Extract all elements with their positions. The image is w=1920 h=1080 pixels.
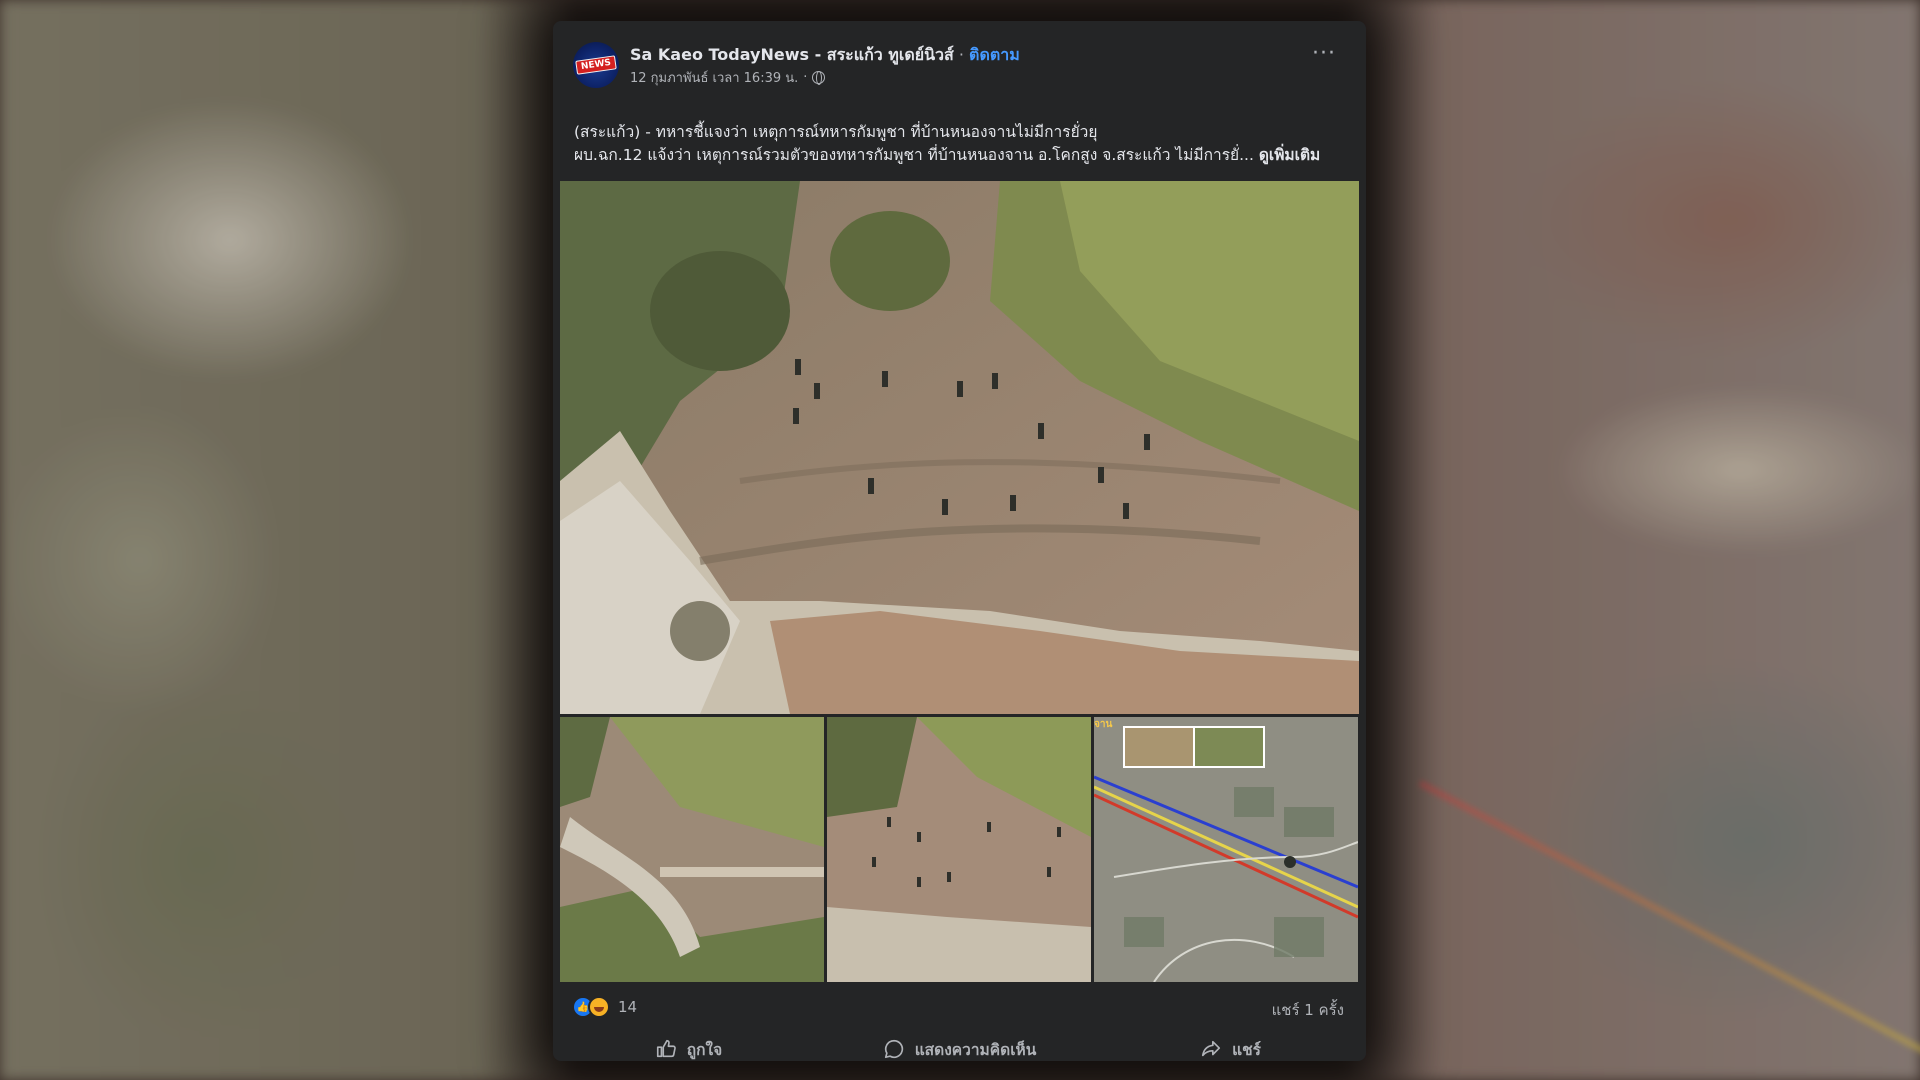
post-header: NEWS Sa Kaeo TodayNews - สระแก้ว ทูเดย์น…: [553, 21, 1366, 88]
thumbnail-photo-2[interactable]: [827, 717, 1091, 982]
reaction-count: 14: [618, 998, 638, 1016]
page-name-link[interactable]: Sa Kaeo TodayNews - สระแก้ว ทูเดย์นิวส์: [630, 45, 954, 64]
post-action-bar: ถูกใจ แสดงความคิดเห็น แชร์: [553, 1029, 1366, 1061]
post-text-line-1: (สระแก้ว) - ทหารชี้แจงว่า เหตุการณ์ทหารก…: [574, 123, 1098, 141]
follow-button[interactable]: ติดตาม: [969, 45, 1020, 64]
thumbs-up-icon: [656, 1039, 676, 1058]
name-separator: ·: [953, 45, 970, 64]
facebook-post-card: NEWS Sa Kaeo TodayNews - สระแก้ว ทูเดย์น…: [553, 21, 1366, 1061]
meta-separator: ·: [803, 70, 808, 85]
avatar-news-badge: NEWS: [575, 55, 617, 75]
thumbnail-map-drawing: [1094, 717, 1358, 982]
comment-icon: [884, 1039, 903, 1059]
thumbnail-map[interactable]: จาน: [1094, 717, 1358, 982]
see-more-link[interactable]: ดูเพิ่มเติม: [1259, 146, 1320, 164]
reaction-summary[interactable]: 👍 14: [572, 996, 637, 1018]
post-text-line-2: ผบ.ฉก.12 แจ้งว่า เหตุการณ์รวมตัวของทหารก…: [574, 144, 1344, 167]
post-text-line-2-body: ผบ.ฉก.12 แจ้งว่า เหตุการณ์รวมตัวของทหารก…: [574, 146, 1254, 164]
globe-icon: [812, 71, 826, 85]
page-name-line: Sa Kaeo TodayNews - สระแก้ว ทูเดย์นิวส์ …: [630, 43, 1020, 68]
more-options-icon[interactable]: ···: [1312, 43, 1336, 65]
thumbnail-1-drawing: [560, 717, 824, 982]
thumbnail-2-drawing: [827, 717, 1091, 982]
share-arrow-icon: [1202, 1040, 1221, 1057]
like-label: ถูกใจ: [686, 1040, 723, 1059]
main-aerial-photo[interactable]: [560, 181, 1359, 714]
comment-label: แสดงความคิดเห็น: [914, 1040, 1037, 1059]
post-meta: 12 กุมภาพันธ์ เวลา 16:39 น. ·: [630, 67, 826, 88]
thumbnail-photo-1[interactable]: [560, 717, 824, 982]
share-label: แชร์: [1232, 1040, 1261, 1059]
comment-button[interactable]: แสดงความคิดเห็น: [824, 1029, 1095, 1061]
share-count[interactable]: แชร์ 1 ครั้ง: [1272, 998, 1344, 1022]
share-button[interactable]: แชร์: [1095, 1029, 1366, 1061]
post-footer: 👍 14 แชร์ 1 ครั้ง ถูกใจ แสดงความคิดเห็น …: [553, 983, 1366, 1061]
page-avatar[interactable]: NEWS: [573, 42, 619, 88]
map-label: จาน: [1094, 719, 1113, 730]
post-body-text: (สระแก้ว) - ทหารชี้แจงว่า เหตุการณ์ทหารก…: [553, 85, 1366, 167]
like-button[interactable]: ถูกใจ: [553, 1029, 824, 1061]
post-media-grid: จาน: [560, 181, 1360, 983]
haha-reaction-icon: [588, 996, 610, 1018]
post-timestamp[interactable]: 12 กุมภาพันธ์ เวลา 16:39 น.: [630, 67, 798, 88]
aerial-photo-drawing: [560, 181, 1359, 714]
